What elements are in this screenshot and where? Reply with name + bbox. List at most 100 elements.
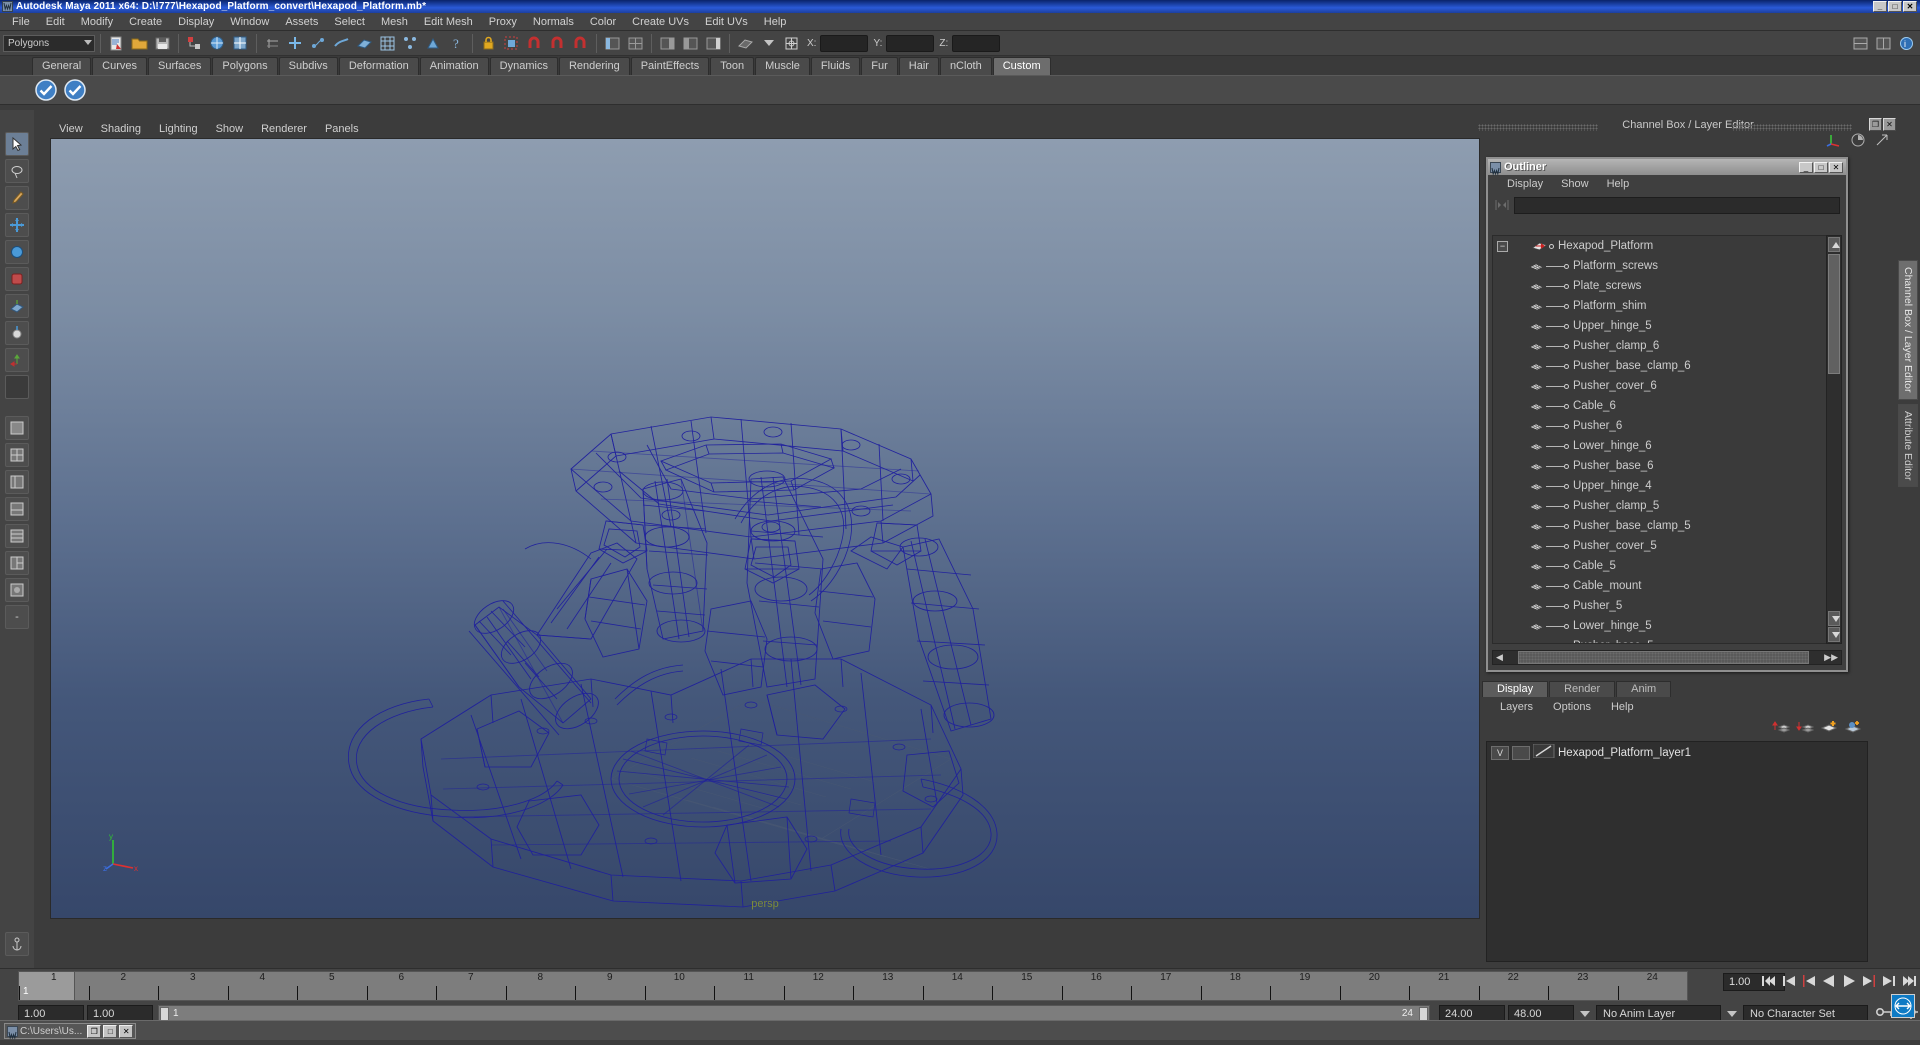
teamviewer-icon[interactable]: [1891, 994, 1915, 1018]
layout-more-icon[interactable]: -: [5, 605, 29, 629]
last-tool-icon[interactable]: [5, 375, 29, 399]
shelf-item-checkmark-1[interactable]: [34, 78, 58, 102]
magnet-icon[interactable]: [524, 33, 545, 54]
expand-toggle-icon[interactable]: −: [1497, 241, 1508, 252]
open-scene-icon[interactable]: [129, 33, 150, 54]
channel-box-toggle-icon[interactable]: [703, 33, 724, 54]
layout-split-icon[interactable]: [1873, 33, 1894, 54]
dock-drag-handle-right[interactable]: [1732, 124, 1852, 131]
outliner-item[interactable]: Upper_hinge_4: [1493, 476, 1841, 496]
move-tool-icon[interactable]: [5, 213, 29, 237]
tool-settings-icon[interactable]: [680, 33, 701, 54]
menu-item-create[interactable]: Create: [121, 15, 170, 29]
shelf-tab-hair[interactable]: Hair: [899, 57, 939, 75]
shelf-tab-deformation[interactable]: Deformation: [339, 57, 419, 75]
shelf-tab-fluids[interactable]: Fluids: [811, 57, 860, 75]
layout-dynamics-icon[interactable]: [5, 578, 29, 602]
scroll-right-arrow2-icon[interactable]: ▶: [1831, 652, 1841, 663]
vtab-channel-box-layer-editor[interactable]: Channel Box / Layer Editor: [1898, 260, 1918, 400]
save-scene-icon[interactable]: [152, 33, 173, 54]
go-to-end-icon[interactable]: [1900, 971, 1918, 991]
menu-item-edit[interactable]: Edit: [38, 15, 73, 29]
select-by-object-type-icon[interactable]: [207, 33, 228, 54]
shelf-tab-animation[interactable]: Animation: [420, 57, 489, 75]
outliner-item[interactable]: Pusher_cover_5: [1493, 536, 1841, 556]
new-layer-from-selected-icon[interactable]: [1844, 718, 1862, 739]
outliner-vertical-scrollbar[interactable]: [1826, 235, 1842, 644]
coordinate-toggle-icon[interactable]: [781, 33, 802, 54]
outliner-item[interactable]: Lower_hinge_5: [1493, 616, 1841, 636]
scroll-up-arrow-icon[interactable]: [1828, 237, 1840, 252]
shelf-tab-fur[interactable]: Fur: [861, 57, 898, 75]
time-slider[interactable]: 1 12345678910111213141516171819202122232…: [18, 971, 1688, 1001]
render-globals-icon[interactable]: [423, 33, 444, 54]
shelf-item-checkmark-2[interactable]: [63, 78, 87, 102]
viewport-menu-view[interactable]: View: [50, 123, 92, 135]
outliner-minimize-button[interactable]: _: [1799, 162, 1813, 173]
coord-x-field[interactable]: [820, 35, 868, 52]
viewport-menu-panels[interactable]: Panels: [316, 123, 368, 135]
dock-close-button[interactable]: ✕: [1883, 118, 1896, 131]
expand-collapse-icon[interactable]: [1494, 198, 1510, 212]
outliner-item[interactable]: Lower_hinge_6: [1493, 436, 1841, 456]
outliner-item[interactable]: Cable_5: [1493, 556, 1841, 576]
menu-item-edit-uvs[interactable]: Edit UVs: [697, 15, 756, 29]
taskbar-restore-button[interactable]: ❐: [87, 1025, 101, 1038]
shelf-tab-dynamics[interactable]: Dynamics: [490, 57, 558, 75]
menu-item-color[interactable]: Color: [582, 15, 624, 29]
modeling-toolkit-icon[interactable]: [735, 33, 756, 54]
soft-modification-icon[interactable]: [5, 321, 29, 345]
move-layer-up-icon[interactable]: [1772, 718, 1790, 739]
outliner-item[interactable]: Platform_shim: [1493, 296, 1841, 316]
menu-item-create-uvs[interactable]: Create UVs: [624, 15, 697, 29]
layer-list[interactable]: VHexapod_Platform_layer1: [1486, 741, 1868, 962]
outliner-item[interactable]: Plate_screws: [1493, 276, 1841, 296]
outliner-title-bar[interactable]: Outliner _ □ ✕: [1488, 159, 1846, 175]
layer-menu-help[interactable]: Help: [1601, 701, 1644, 713]
layout-four-view-icon[interactable]: [5, 443, 29, 467]
select-by-hierarchy-icon[interactable]: [184, 33, 205, 54]
viewport-menu-show[interactable]: Show: [207, 123, 253, 135]
menu-item-edit-mesh[interactable]: Edit Mesh: [416, 15, 481, 29]
outliner-item[interactable]: Pusher_base_clamp_6: [1493, 356, 1841, 376]
layer-visibility-toggle[interactable]: V: [1491, 746, 1509, 760]
go-to-start-icon[interactable]: [1760, 971, 1778, 991]
help-anchor-icon[interactable]: [5, 932, 29, 956]
magnet2-icon[interactable]: [547, 33, 568, 54]
outliner-hscroll-thumb[interactable]: [1518, 651, 1809, 664]
viewport-persp[interactable]: y x z persp: [50, 138, 1480, 919]
snap-grid-icon[interactable]: [262, 33, 283, 54]
new-layer-icon[interactable]: [1820, 718, 1838, 739]
show-manipulator-icon[interactable]: [1850, 33, 1871, 54]
snap-point-icon[interactable]: [285, 33, 306, 54]
outliner-menu-help[interactable]: Help: [1598, 178, 1639, 190]
step-back-frame-icon[interactable]: [1800, 971, 1818, 991]
menu-item-help[interactable]: Help: [756, 15, 795, 29]
channel-slider-icon[interactable]: [1874, 132, 1890, 153]
snap-surface-icon[interactable]: [331, 33, 352, 54]
scale-tool-icon[interactable]: [5, 267, 29, 291]
viewport-menu-lighting[interactable]: Lighting: [150, 123, 207, 135]
outliner-menu-display[interactable]: Display: [1498, 178, 1552, 190]
step-forward-key-icon[interactable]: [1880, 971, 1898, 991]
outliner-item[interactable]: Pusher_base_clamp_5: [1493, 516, 1841, 536]
selection-mode-dropdown[interactable]: Polygons: [3, 35, 95, 52]
menu-item-assets[interactable]: Assets: [277, 15, 326, 29]
layer-row[interactable]: VHexapod_Platform_layer1: [1487, 744, 1867, 762]
shelf-tab-painteffects[interactable]: PaintEffects: [631, 57, 710, 75]
shelf-tab-ncloth[interactable]: nCloth: [940, 57, 992, 75]
outliner-item[interactable]: Pusher_base_5: [1493, 636, 1841, 644]
snap-curve-icon[interactable]: [308, 33, 329, 54]
outliner-menu-show[interactable]: Show: [1552, 178, 1598, 190]
outliner-item[interactable]: Platform_screws: [1493, 256, 1841, 276]
viewport-menu-renderer[interactable]: Renderer: [252, 123, 316, 135]
input-connections-icon[interactable]: [501, 33, 522, 54]
help-icon[interactable]: ?: [446, 33, 467, 54]
universal-manipulator-icon[interactable]: [5, 294, 29, 318]
layer-tab-render[interactable]: Render: [1549, 681, 1615, 697]
shelf-tab-muscle[interactable]: Muscle: [755, 57, 810, 75]
taskbar-window-button[interactable]: C:\Users\Us... ❐ □ ✕: [4, 1023, 136, 1039]
minimize-button[interactable]: _: [1873, 1, 1887, 12]
outliner-horizontal-scrollbar[interactable]: ◀ ▶ ▶: [1492, 650, 1842, 665]
layer-tab-display[interactable]: Display: [1482, 681, 1548, 697]
